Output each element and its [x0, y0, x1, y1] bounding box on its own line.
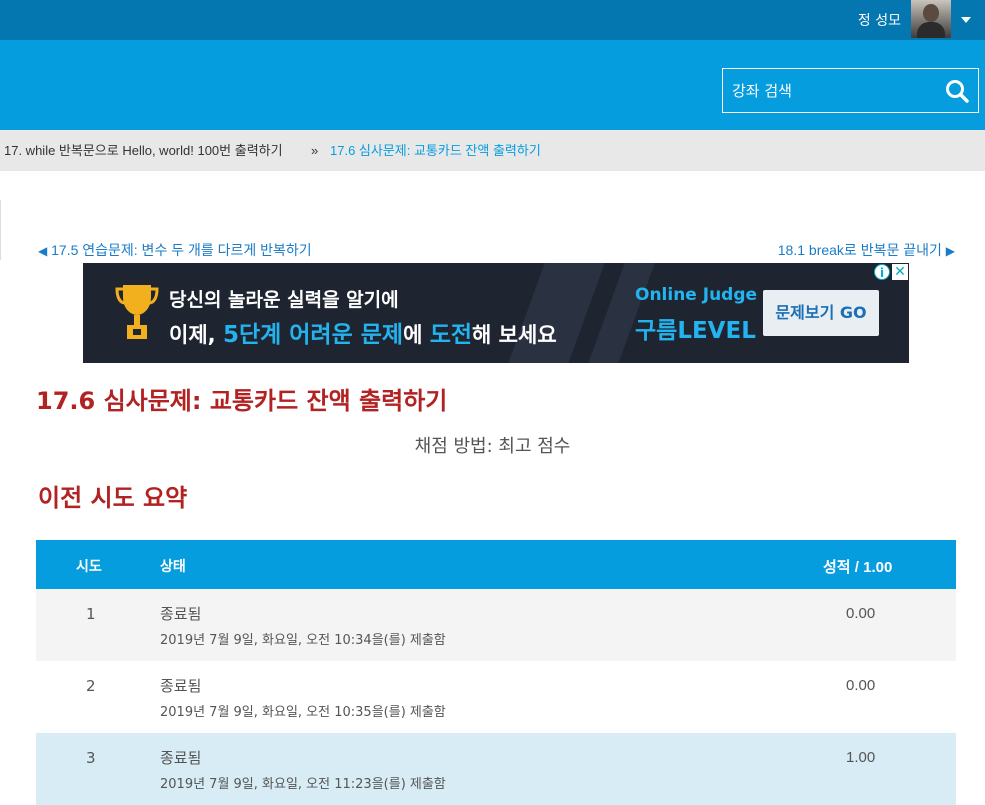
table-header-row: 시도 상태 성적 / 1.00 — [36, 540, 956, 589]
attempt-grade: 1.00 — [846, 749, 876, 766]
attempt-submitted: 2019년 7월 9일, 화요일, 오전 11:23을(를) 제출함 — [160, 777, 446, 792]
attempt-state: 종료됨 — [160, 749, 202, 767]
attempt-state: 종료됨 — [160, 677, 202, 695]
top-navbar: 정 성모 — [0, 0, 985, 40]
attempts-summary-table: 시도 상태 성적 / 1.00 1 종료됨 2019년 7월 9일, 화요일, … — [36, 540, 956, 805]
attempt-grade: 0.00 — [846, 677, 876, 694]
ad-cta-button[interactable]: 문제보기 GO — [763, 290, 879, 336]
header-state: 상태 — [160, 559, 186, 575]
attempt-number: 3 — [86, 749, 96, 767]
page-title: 17.6 심사문제: 교통카드 잔액 출력하기 — [36, 387, 448, 415]
ad-banner[interactable]: 당신의 놀라운 실력을 알기에 이제, 5단계 어려운 문제에 도전해 보세요 … — [83, 263, 909, 363]
attempt-number: 1 — [86, 605, 96, 623]
user-menu-caret-icon[interactable] — [961, 17, 971, 23]
course-search-input[interactable] — [723, 69, 933, 112]
prev-lesson-label: 17.5 연습문제: 변수 두 개를 다르게 반복하기 — [51, 242, 312, 258]
ad-brand-line2: 구름LEVEL — [635, 318, 756, 344]
attempt-number: 2 — [86, 677, 96, 695]
attempt-submitted: 2019년 7월 9일, 화요일, 오전 10:34을(를) 제출함 — [160, 633, 446, 648]
attempt-submitted: 2019년 7월 9일, 화요일, 오전 10:35을(를) 제출함 — [160, 705, 446, 720]
ad-brand-line1: Online Judge — [635, 285, 758, 305]
course-search — [722, 68, 979, 113]
ad-headline: 당신의 놀라운 실력을 알기에 — [169, 289, 399, 311]
breadcrumb: 17. while 반복문으로 Hello, world! 100번 출력하기 … — [0, 130, 985, 171]
prev-lesson-link[interactable]: ◀ 17.5 연습문제: 변수 두 개를 다르게 반복하기 — [38, 240, 312, 260]
grading-method: 채점 방법: 최고 점수 — [414, 436, 571, 457]
trophy-icon — [115, 285, 159, 339]
user-name[interactable]: 정 성모 — [858, 10, 901, 30]
user-avatar[interactable] — [911, 0, 951, 38]
header-attempt: 시도 — [76, 559, 102, 575]
table-row: 1 종료됨 2019년 7월 9일, 화요일, 오전 10:34을(를) 제출함… — [36, 589, 956, 661]
attempt-grade: 0.00 — [846, 605, 876, 622]
prev-arrow-icon: ◀ — [38, 244, 48, 258]
breadcrumb-separator: » — [311, 143, 319, 158]
table-row-best: 3 종료됨 2019년 7월 9일, 화요일, 오전 11:23을(를) 제출함… — [36, 733, 956, 805]
ad-info-icon[interactable]: i — [874, 264, 890, 280]
breadcrumb-link-chapter[interactable]: 17. while 반복문으로 Hello, world! 100번 출력하기 — [4, 130, 283, 171]
ad-close-icon[interactable]: ✕ — [892, 264, 908, 280]
search-icon[interactable] — [944, 78, 970, 104]
ad-subheadline: 이제, 5단계 어려운 문제에 도전해 보세요 — [169, 322, 557, 348]
next-lesson-label: 18.1 break로 반복문 끝내기 — [777, 242, 942, 258]
section-title: 이전 시도 요약 — [38, 484, 188, 512]
next-lesson-link[interactable]: 18.1 break로 반복문 끝내기 ▶ — [778, 240, 955, 260]
table-row: 2 종료됨 2019년 7월 9일, 화요일, 오전 10:35을(를) 제출함… — [36, 661, 956, 733]
left-divider — [0, 200, 1, 260]
header-grade: 성적 / 1.00 — [823, 559, 893, 576]
attempt-state: 종료됨 — [160, 605, 202, 623]
next-arrow-icon: ▶ — [945, 244, 955, 258]
breadcrumb-link-current[interactable]: 17.6 심사문제: 교통카드 잔액 출력하기 — [330, 130, 541, 171]
